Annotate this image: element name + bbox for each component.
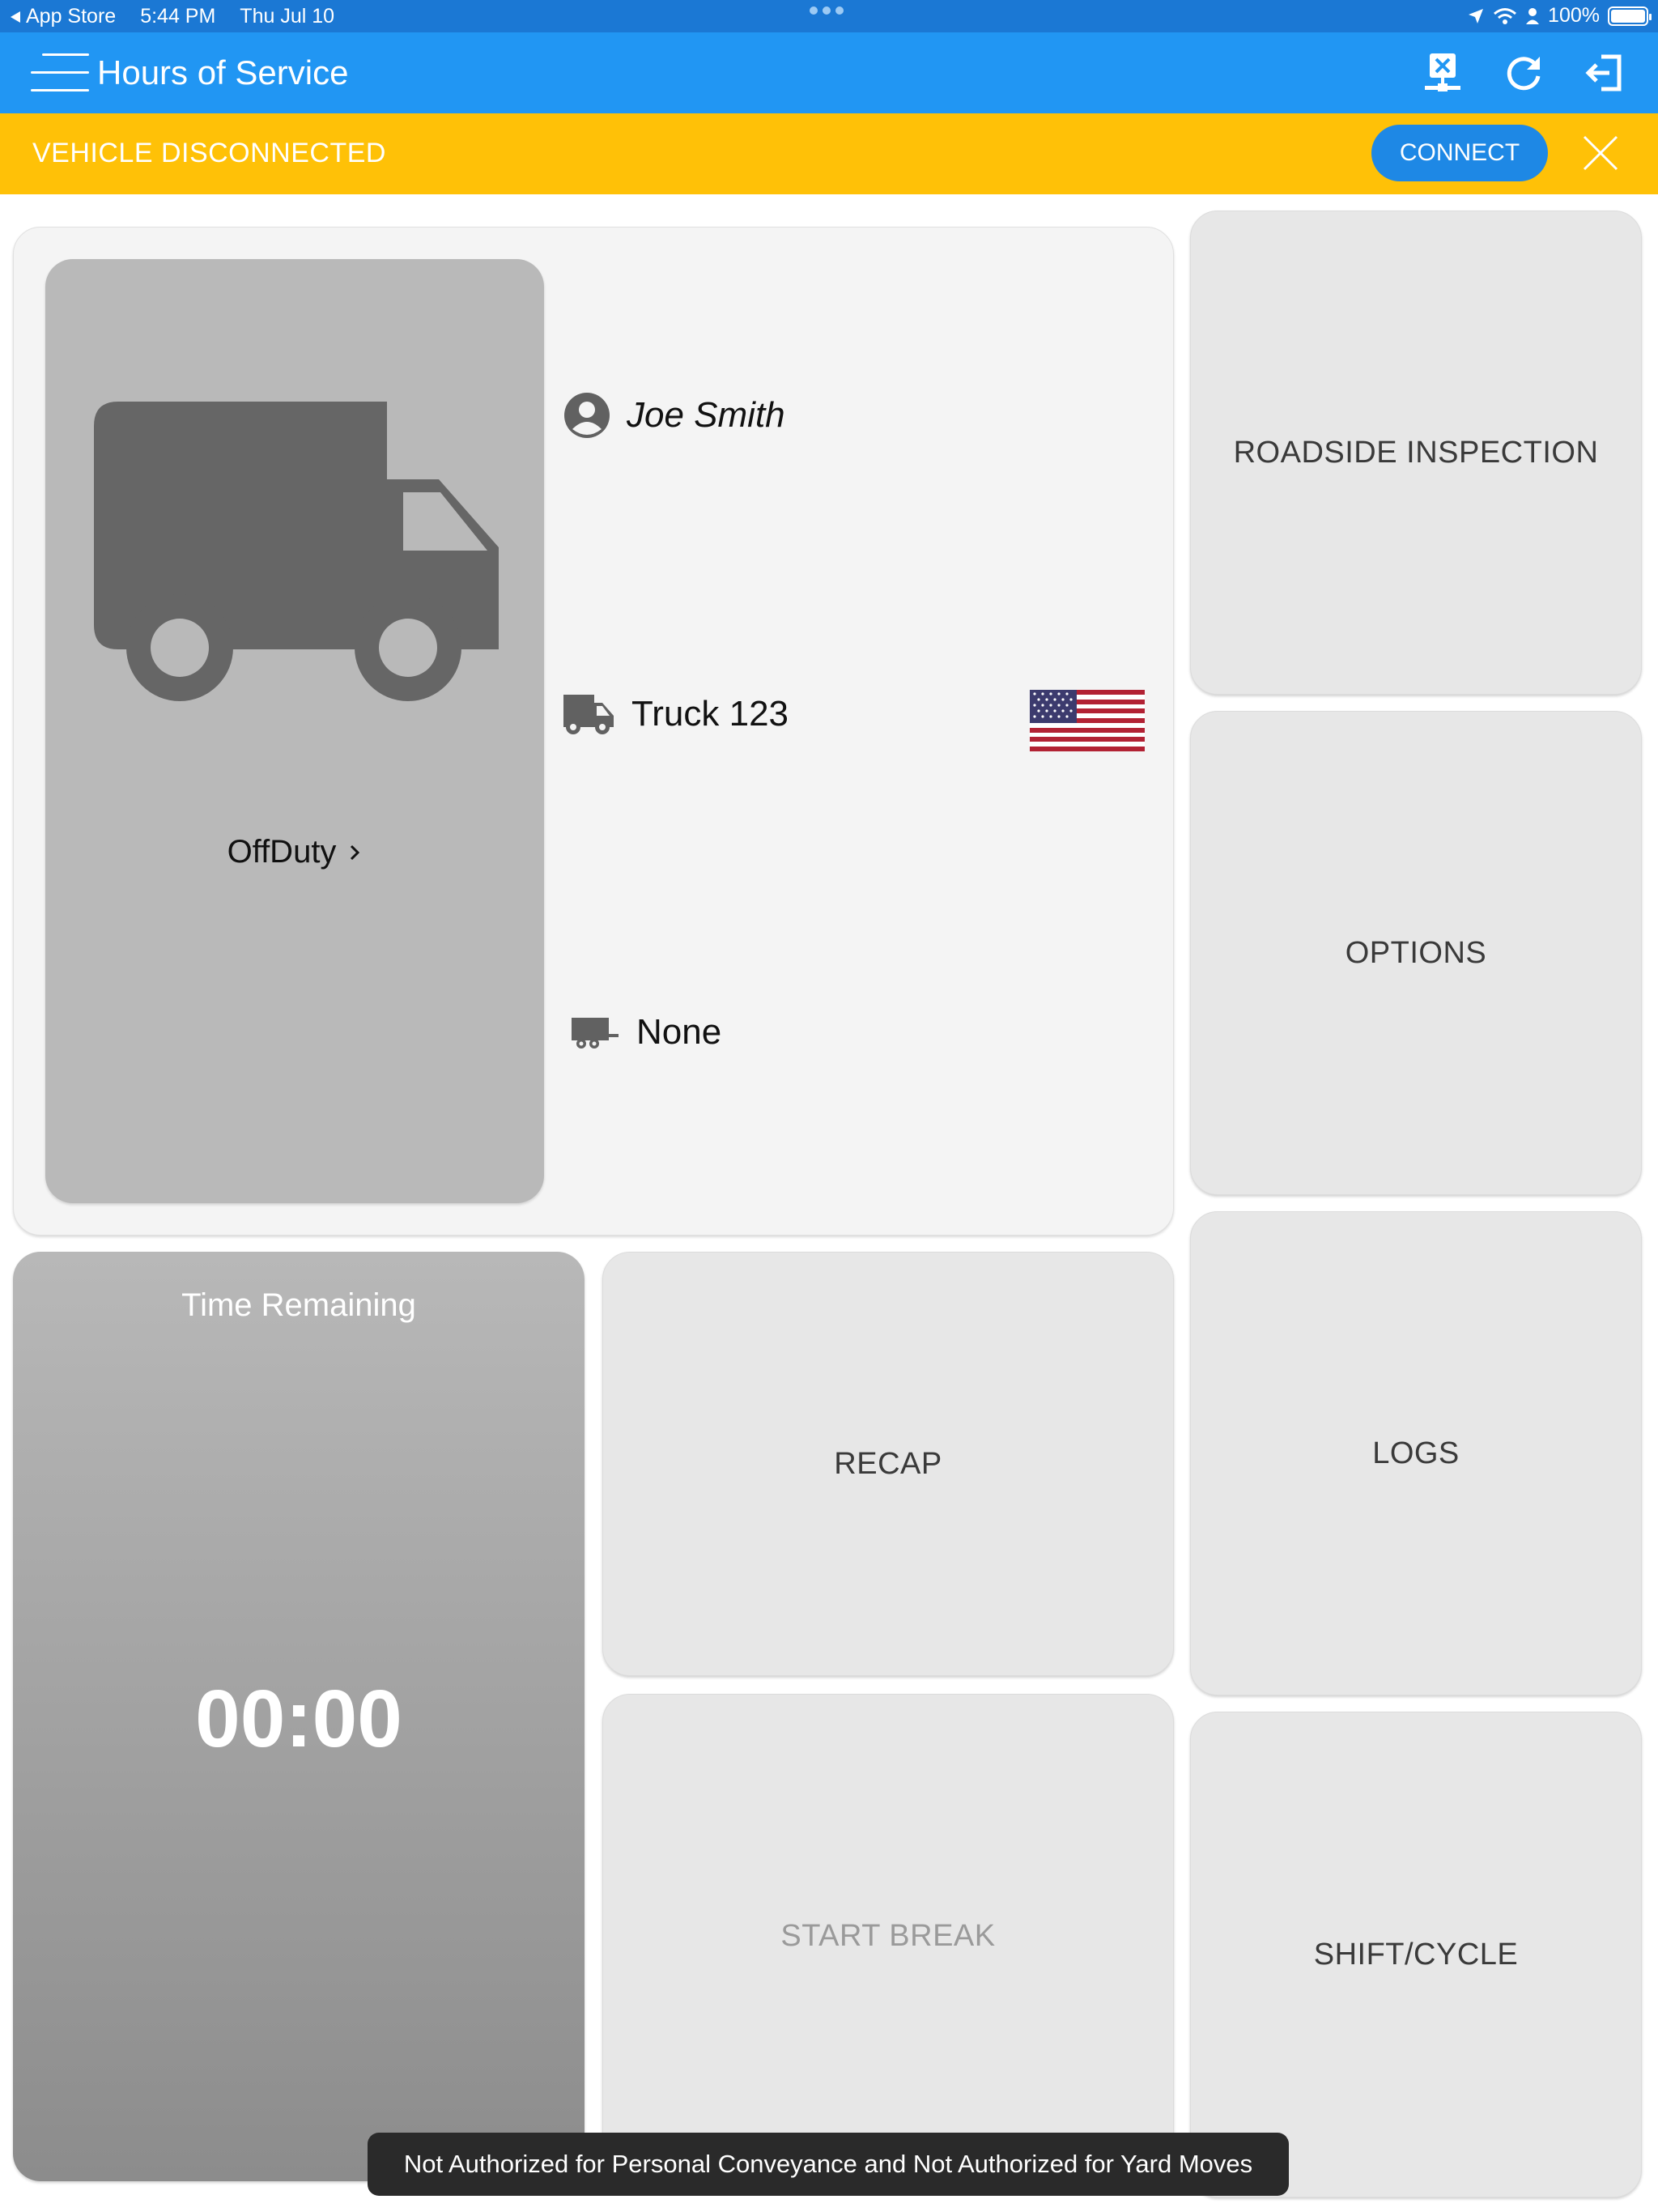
status-bar-left: App Store 5:44 PM Thu Jul 10 bbox=[10, 5, 334, 28]
duty-status-row: OffDuty bbox=[45, 834, 544, 870]
person-icon bbox=[1526, 7, 1540, 24]
network-disconnected-icon[interactable] bbox=[1418, 49, 1467, 97]
close-icon[interactable] bbox=[1580, 133, 1621, 173]
trailer-icon bbox=[572, 1018, 619, 1049]
roadside-inspection-button[interactable]: ROADSIDE INSPECTION bbox=[1190, 211, 1642, 695]
connect-button[interactable]: CONNECT bbox=[1371, 125, 1548, 181]
toast-message: Not Authorized for Personal Conveyance a… bbox=[403, 2150, 1253, 2178]
authorization-toast: Not Authorized for Personal Conveyance a… bbox=[368, 2133, 1289, 2196]
back-app-label[interactable]: App Store bbox=[26, 5, 116, 28]
location-arrow-icon bbox=[1469, 8, 1484, 23]
back-triangle-icon[interactable] bbox=[10, 11, 21, 23]
recap-label: RECAP bbox=[834, 1446, 942, 1481]
status-bar-right: 100% bbox=[1467, 4, 1652, 28]
shift-cycle-label: SHIFT/CYCLE bbox=[1313, 1937, 1519, 1972]
us-flag-icon bbox=[1030, 690, 1145, 751]
duty-status-card[interactable]: OffDuty bbox=[45, 259, 544, 1203]
shift-cycle-button[interactable]: SHIFT/CYCLE bbox=[1190, 1712, 1642, 2197]
status-bar: App Store 5:44 PM Thu Jul 10 100% bbox=[0, 0, 1658, 32]
nav-actions bbox=[1418, 49, 1629, 97]
options-label: OPTIONS bbox=[1345, 935, 1487, 970]
trailer-name: None bbox=[636, 1012, 722, 1052]
battery-icon bbox=[1608, 6, 1652, 26]
logs-button[interactable]: LOGS bbox=[1190, 1211, 1642, 1695]
battery-percent: 100% bbox=[1548, 4, 1600, 27]
menu-icon[interactable] bbox=[31, 50, 89, 96]
status-time: 5:44 PM bbox=[140, 5, 216, 28]
driver-row: Joe Smith bbox=[563, 392, 785, 439]
time-remaining-value: 00:00 bbox=[195, 1674, 402, 1764]
recap-button[interactable]: RECAP bbox=[602, 1252, 1174, 1676]
logs-label: LOGS bbox=[1372, 1436, 1460, 1470]
roadside-inspection-label: ROADSIDE INSPECTION bbox=[1233, 435, 1599, 470]
refresh-icon[interactable] bbox=[1499, 49, 1548, 97]
banner-message: VEHICLE DISCONNECTED bbox=[32, 138, 386, 168]
truck-row: Truck 123 bbox=[560, 693, 789, 735]
truck-icon bbox=[94, 402, 499, 701]
options-button[interactable]: OPTIONS bbox=[1190, 711, 1642, 1195]
nav-bar: Hours of Service bbox=[0, 32, 1658, 113]
multitasking-dots-icon[interactable] bbox=[810, 6, 844, 15]
wifi-icon bbox=[1494, 7, 1517, 24]
start-break-label: START BREAK bbox=[780, 1918, 996, 1953]
truck-small-icon bbox=[563, 695, 614, 734]
time-remaining-label: Time Remaining bbox=[181, 1287, 416, 1323]
truck-name: Truck 123 bbox=[631, 694, 789, 734]
driver-name: Joe Smith bbox=[627, 395, 785, 435]
time-remaining-card: Time Remaining 00:00 bbox=[13, 1252, 585, 2181]
logout-icon[interactable] bbox=[1580, 49, 1629, 97]
user-circle-icon bbox=[564, 393, 610, 438]
status-date: Thu Jul 10 bbox=[240, 5, 335, 28]
start-break-button[interactable]: START BREAK bbox=[602, 1694, 1174, 2178]
chevron-right-icon bbox=[351, 844, 360, 860]
duty-status-label: OffDuty bbox=[227, 834, 337, 870]
page-title: Hours of Service bbox=[97, 53, 349, 91]
trailer-row: None bbox=[570, 1012, 721, 1053]
